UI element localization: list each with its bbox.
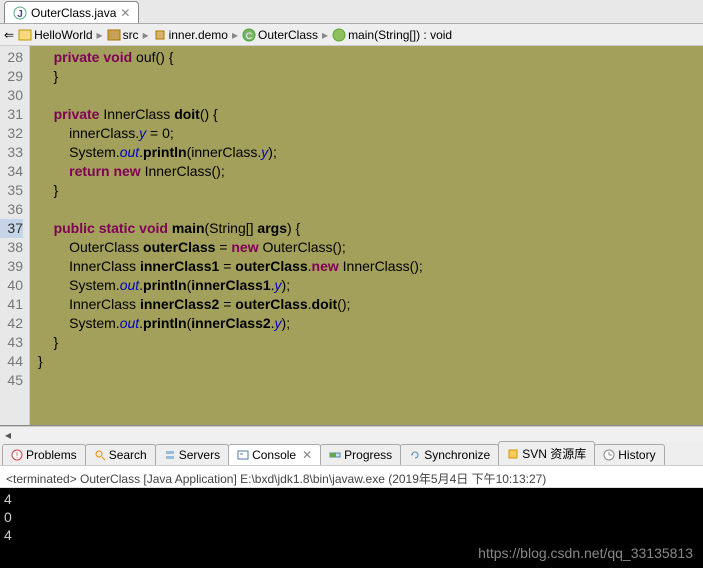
scroll-left-icon[interactable]: ◂ [0,428,16,442]
watermark-text: https://blog.csdn.net/qq_33135813 [478,544,693,562]
svn-icon [507,448,519,460]
tab-history[interactable]: History [594,444,664,465]
close-icon[interactable]: ✕ [120,6,130,20]
tab-progress[interactable]: Progress [320,444,401,465]
history-icon [603,449,615,461]
tab-servers[interactable]: Servers [155,444,229,465]
search-icon [94,449,106,461]
breadcrumb-package[interactable]: inner.demo [153,28,228,42]
console-icon [237,449,249,461]
chevron-right-icon: ▸ [143,28,149,42]
svg-text:C: C [246,31,253,41]
code-editor[interactable]: 282930313233343536373839404142434445 pri… [0,46,703,426]
line-number-gutter: 282930313233343536373839404142434445 [0,46,30,425]
tab-label: Problems [26,448,77,462]
breadcrumb-method-label: main(String[]) : void [348,28,452,42]
breadcrumb: ⇐ HelloWorld ▸ src ▸ inner.demo ▸ C Oute… [0,24,703,46]
synchronize-icon [409,449,421,461]
breadcrumb-src[interactable]: src [107,28,139,42]
progress-icon [329,449,341,461]
chevron-right-icon: ▸ [97,28,103,42]
tab-label: Search [109,448,147,462]
file-tab-label: OuterClass.java [31,6,116,20]
tab-label: SVN 资源库 [522,445,586,462]
breadcrumb-package-label: inner.demo [169,28,228,42]
breadcrumb-src-label: src [123,28,139,42]
breadcrumb-project-label: HelloWorld [34,28,92,42]
breadcrumb-method[interactable]: main(String[]) : void [332,28,452,42]
breadcrumb-project[interactable]: HelloWorld [18,28,92,42]
code-content[interactable]: private void ouf() { } private InnerClas… [30,46,703,425]
servers-icon [164,449,176,461]
svg-text:!: ! [16,451,18,460]
java-file-icon: J [13,5,27,20]
tab-synchronize[interactable]: Synchronize [400,444,499,465]
horizontal-scrollbar[interactable]: ◂ [0,426,703,442]
editor-tab-bar: J OuterClass.java ✕ [0,0,703,24]
console-status-text: <terminated> OuterClass [Java Applicatio… [6,472,546,486]
breadcrumb-class[interactable]: C OuterClass [242,28,318,42]
tab-svn[interactable]: SVN 资源库 [498,441,595,465]
tab-problems[interactable]: ! Problems [2,444,86,465]
console-status-bar: <terminated> OuterClass [Java Applicatio… [0,466,703,488]
back-icon[interactable]: ⇐ [4,28,14,42]
tab-label: History [618,448,655,462]
tab-label: Servers [179,448,220,462]
breadcrumb-class-label: OuterClass [258,28,318,42]
tab-search[interactable]: Search [85,444,156,465]
chevron-right-icon: ▸ [322,28,328,42]
svg-text:J: J [17,9,23,20]
chevron-right-icon: ▸ [232,28,238,42]
tab-label: Synchronize [424,448,490,462]
console-output[interactable]: 404https://blog.csdn.net/qq_33135813 [0,488,703,568]
bottom-view-tabs: ! Problems Search Servers Console ✕ Prog… [0,442,703,466]
tab-console[interactable]: Console ✕ [228,444,321,465]
tab-label: Progress [344,448,392,462]
tab-label: Console [252,448,296,462]
close-icon[interactable]: ✕ [302,448,312,462]
problems-icon: ! [11,449,23,461]
file-tab-outerclass[interactable]: J OuterClass.java ✕ [4,1,139,23]
